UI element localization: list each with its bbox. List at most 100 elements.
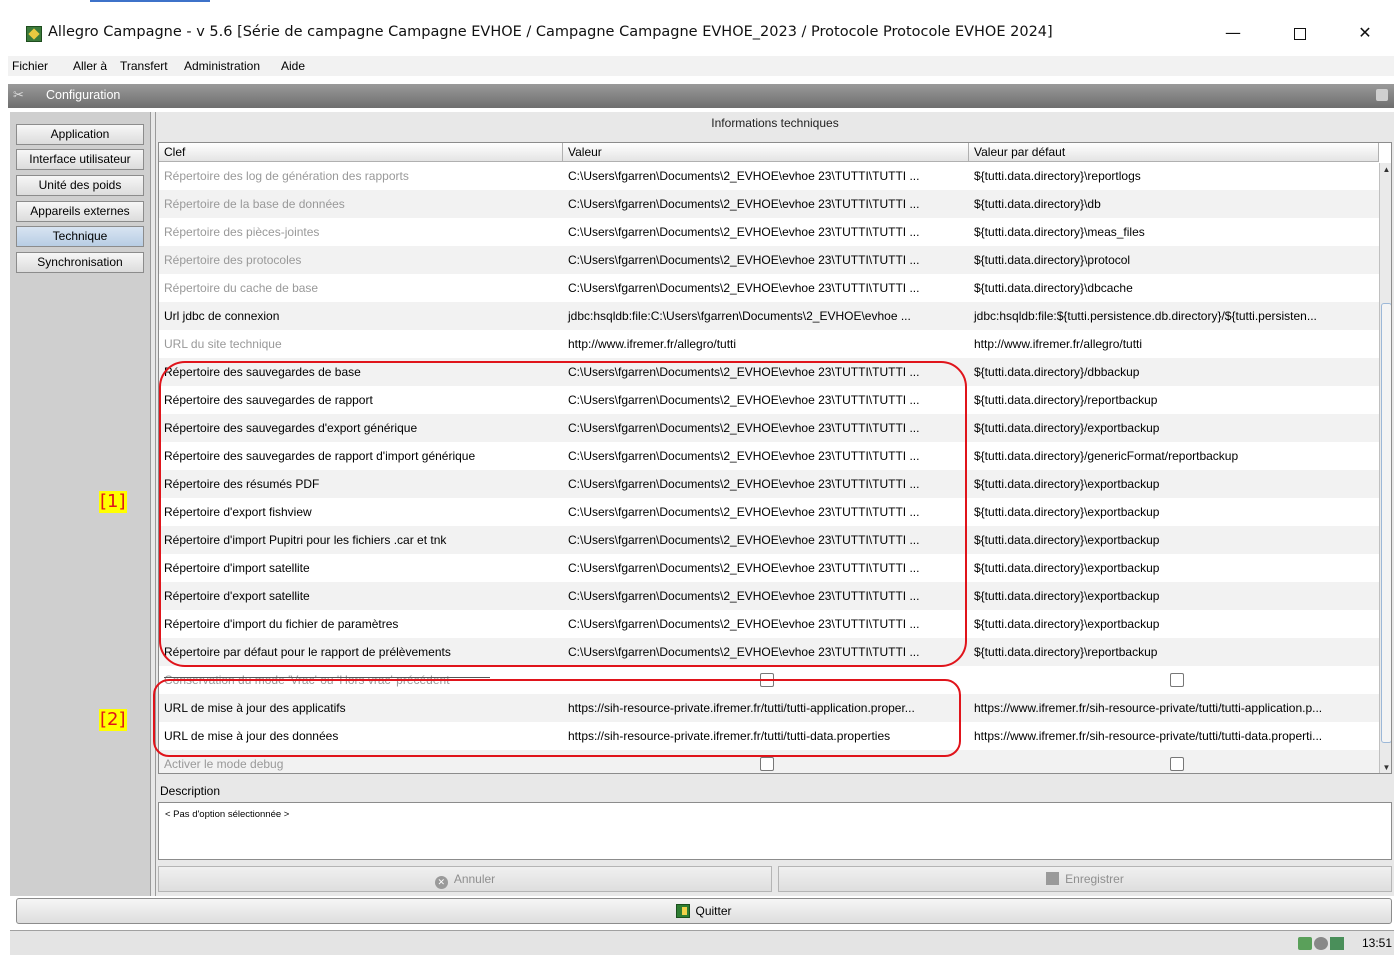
menu-transfert[interactable]: Transfert bbox=[120, 59, 168, 73]
close-button[interactable]: ✕ bbox=[1342, 18, 1388, 48]
sidebar-item-technique[interactable]: Technique bbox=[16, 226, 144, 247]
row-default-value: ${tutti.data.directory}\exportbackup bbox=[974, 561, 1160, 575]
row-value[interactable]: C:\Users\fgarren\Documents\2_EVHOE\evhoe… bbox=[563, 163, 969, 190]
table-body: Répertoire des log de génération des rap… bbox=[159, 163, 1379, 773]
row-value-checkbox[interactable] bbox=[760, 673, 774, 687]
row-value[interactable]: jdbc:hsqldb:file:C:\Users\fgarren\Docume… bbox=[563, 302, 969, 330]
sidebar-item-appareils-externes[interactable]: Appareils externes bbox=[16, 201, 144, 222]
row-key: Répertoire du cache de base bbox=[164, 281, 319, 295]
row-value[interactable]: C:\Users\fgarren\Documents\2_EVHOE\evhoe… bbox=[563, 582, 969, 610]
row-value[interactable]: C:\Users\fgarren\Documents\2_EVHOE\evhoe… bbox=[563, 470, 969, 498]
row-default-value: ${tutti.data.directory}\db bbox=[974, 197, 1101, 211]
cancel-button[interactable]: ✕ Annuler bbox=[158, 866, 772, 892]
description-label: Description bbox=[160, 784, 221, 798]
row-value[interactable]: C:\Users\fgarren\Documents\2_EVHOE\evhoe… bbox=[563, 218, 969, 246]
row-value[interactable]: C:\Users\fgarren\Documents\2_EVHOE\evhoe… bbox=[563, 190, 969, 218]
table-row[interactable]: URL du site technique http://www.ifremer.… bbox=[159, 330, 1379, 358]
scroll-down-icon[interactable]: ▼ bbox=[1380, 761, 1391, 773]
table-row[interactable]: Répertoire d'import Pupitri pour les fic… bbox=[159, 526, 1379, 554]
save-button[interactable]: Enregistrer bbox=[778, 866, 1392, 892]
flag-icon[interactable] bbox=[1330, 937, 1344, 950]
row-value-checkbox[interactable] bbox=[760, 757, 774, 771]
sync-icon[interactable] bbox=[1298, 937, 1312, 950]
row-default-value: ${tutti.data.directory}\exportbackup bbox=[974, 589, 1160, 603]
row-value[interactable]: C:\Users\fgarren\Documents\2_EVHOE\evhoe… bbox=[563, 358, 969, 386]
row-value[interactable]: C:\Users\fgarren\Documents\2_EVHOE\evhoe… bbox=[563, 246, 969, 274]
row-value[interactable]: C:\Users\fgarren\Documents\2_EVHOE\evhoe… bbox=[563, 386, 969, 414]
row-value[interactable]: C:\Users\fgarren\Documents\2_EVHOE\evhoe… bbox=[563, 638, 969, 666]
row-value[interactable]: http://www.ifremer.fr/allegro/tutti bbox=[563, 330, 969, 358]
quit-label: Quitter bbox=[695, 904, 732, 918]
row-key: Activer le mode debug bbox=[164, 757, 284, 771]
table-row[interactable]: Répertoire des log de génération des rap… bbox=[159, 163, 1379, 190]
table-row[interactable]: URL de mise à jour des applicatifs https:… bbox=[159, 694, 1379, 722]
table-row[interactable]: Répertoire des sauvegardes de rapport C:\… bbox=[159, 386, 1379, 414]
row-value[interactable]: C:\Users\fgarren\Documents\2_EVHOE\evhoe… bbox=[563, 274, 969, 302]
menu-aller-a[interactable]: Aller à bbox=[73, 59, 107, 73]
menu-administration[interactable]: Administration bbox=[184, 59, 260, 73]
row-value[interactable]: https://sih-resource-private.ifremer.fr/… bbox=[563, 722, 969, 750]
row-key: Répertoire par défaut pour le rapport de… bbox=[164, 645, 451, 659]
table-row[interactable]: Répertoire de la base de données C:\Users… bbox=[159, 190, 1379, 218]
sidebar-item-interface-utilisateur[interactable]: Interface utilisateur bbox=[16, 149, 144, 170]
row-default-value: http://www.ifremer.fr/allegro/tutti bbox=[974, 337, 1143, 351]
row-value[interactable]: C:\Users\fgarren\Documents\2_EVHOE\evhoe… bbox=[563, 498, 969, 526]
table-row[interactable]: Conservation du mode 'Vrac' ou 'Hors vra… bbox=[159, 666, 1379, 694]
table-row[interactable]: Url jdbc de connexion jdbc:hsqldb:file:C:… bbox=[159, 302, 1379, 330]
maximize-button[interactable] bbox=[1277, 18, 1323, 48]
sidebar-item-unite-des-poids[interactable]: Unité des poids bbox=[16, 175, 144, 196]
row-default-value: ${tutti.data.directory}\protocol bbox=[974, 253, 1131, 267]
table-row[interactable]: Répertoire du cache de base C:\Users\fgar… bbox=[159, 274, 1379, 302]
row-default-value: https://www.ifremer.fr/sih-resource-priv… bbox=[974, 729, 1323, 743]
column-header-valeur-par-defaut[interactable]: Valeur par défaut bbox=[969, 143, 1379, 162]
quit-button[interactable]: Quitter bbox=[16, 898, 1392, 924]
cancel-label: Annuler bbox=[453, 872, 496, 886]
top-link-underline bbox=[90, 0, 210, 2]
sidebar: Application Interface utilisateur Unité … bbox=[10, 112, 150, 896]
table-row[interactable]: Répertoire d'import du fichier de paramè… bbox=[159, 610, 1379, 638]
vertical-scrollbar[interactable]: ▲ ▼ bbox=[1379, 163, 1391, 773]
table-row[interactable]: Répertoire d'export satellite C:\Users\fg… bbox=[159, 582, 1379, 610]
column-header-valeur[interactable]: Valeur bbox=[563, 143, 969, 162]
status-clock: 13:51 bbox=[1361, 936, 1392, 950]
sidebar-item-application[interactable]: Application bbox=[16, 124, 144, 145]
table-row[interactable]: Répertoire des protocoles C:\Users\fgarre… bbox=[159, 246, 1379, 274]
row-default-value: ${tutti.data.directory}\exportbackup bbox=[974, 477, 1160, 491]
table-row[interactable]: Répertoire par défaut pour le rapport de… bbox=[159, 638, 1379, 666]
main-panel: Informations techniques Clef Valeur Vale… bbox=[156, 112, 1394, 896]
window-titlebar: Allegro Campagne - v 5.6 [Série de campa… bbox=[0, 12, 1394, 54]
maximize-icon bbox=[1294, 27, 1306, 40]
minimize-button[interactable]: — bbox=[1210, 18, 1256, 48]
description-text: < Pas d'option sélectionnée > bbox=[165, 809, 290, 820]
row-value[interactable]: C:\Users\fgarren\Documents\2_EVHOE\evhoe… bbox=[563, 442, 969, 470]
table-row[interactable]: Répertoire d'import satellite C:\Users\fg… bbox=[159, 554, 1379, 582]
row-value[interactable]: C:\Users\fgarren\Documents\2_EVHOE\evhoe… bbox=[563, 414, 969, 442]
scroll-up-icon[interactable]: ▲ bbox=[1380, 163, 1391, 177]
row-default-value: ${tutti.data.directory}\reportbackup bbox=[974, 645, 1158, 659]
table-row[interactable]: URL de mise à jour des données https://si… bbox=[159, 722, 1379, 750]
detach-icon[interactable] bbox=[1376, 89, 1388, 101]
table-row[interactable]: Répertoire des sauvegardes d'export géné… bbox=[159, 414, 1379, 442]
row-key: Répertoire de la base de données bbox=[164, 197, 345, 211]
row-value[interactable]: C:\Users\fgarren\Documents\2_EVHOE\evhoe… bbox=[563, 526, 969, 554]
table-row[interactable]: Répertoire d'export fishview C:\Users\fga… bbox=[159, 498, 1379, 526]
row-default-value: ${tutti.data.directory}\exportbackup bbox=[974, 505, 1160, 519]
table-row[interactable]: Répertoire des pièces-jointes C:\Users\fg… bbox=[159, 218, 1379, 246]
row-value[interactable]: https://sih-resource-private.ifremer.fr/… bbox=[563, 694, 969, 722]
column-header-clef[interactable]: Clef bbox=[159, 143, 563, 162]
row-value[interactable]: C:\Users\fgarren\Documents\2_EVHOE\evhoe… bbox=[563, 610, 969, 638]
table-row[interactable]: Activer le mode debug bbox=[159, 750, 1379, 773]
table-row[interactable]: Répertoire des résumés PDF C:\Users\fgarr… bbox=[159, 470, 1379, 498]
table-row[interactable]: Répertoire des sauvegardes de base C:\Use… bbox=[159, 358, 1379, 386]
row-default-checkbox bbox=[1170, 757, 1184, 771]
row-key: Répertoire des sauvegardes de base bbox=[164, 365, 361, 379]
menu-fichier[interactable]: Fichier bbox=[12, 59, 48, 73]
window-title: Allegro Campagne - v 5.6 [Série de campa… bbox=[48, 24, 1053, 40]
menu-aide[interactable]: Aide bbox=[281, 59, 305, 73]
scroll-thumb[interactable] bbox=[1381, 303, 1391, 743]
table-header: Clef Valeur Valeur par défaut bbox=[159, 143, 1379, 162]
network-icon[interactable] bbox=[1314, 937, 1328, 950]
sidebar-item-synchronisation[interactable]: Synchronisation bbox=[16, 252, 144, 273]
table-row[interactable]: Répertoire des sauvegardes de rapport d'… bbox=[159, 442, 1379, 470]
row-value[interactable]: C:\Users\fgarren\Documents\2_EVHOE\evhoe… bbox=[563, 554, 969, 582]
